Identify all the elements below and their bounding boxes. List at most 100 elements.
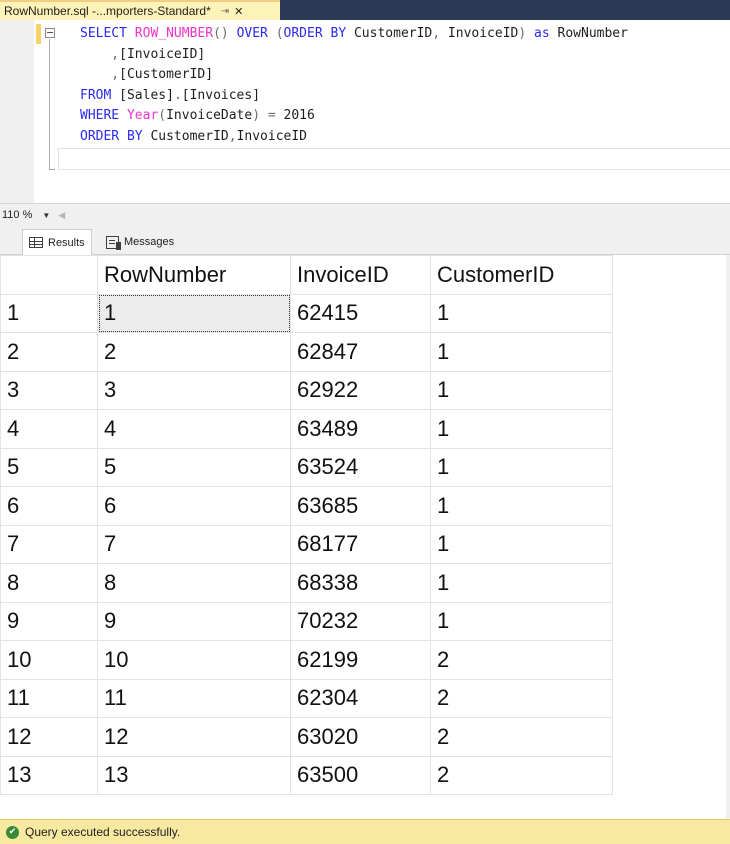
row-header-cell[interactable]: 13 (0, 755, 98, 795)
cell-rownumber[interactable]: 7 (97, 524, 291, 564)
row-header-cell[interactable]: 6 (0, 486, 98, 526)
table-row[interactable]: 9 9 70232 1 (0, 601, 613, 641)
cell-customerid[interactable]: 1 (430, 332, 613, 372)
code-token: ORDER BY (80, 128, 151, 144)
cell-customerid[interactable]: 1 (430, 486, 613, 526)
cell-rownumber[interactable]: 5 (97, 447, 291, 487)
code-token: OVER (236, 26, 276, 41)
code-line[interactable]: ORDER BY CustomerID,InvoiceID (80, 127, 628, 148)
cell-rownumber[interactable]: 8 (97, 563, 291, 603)
cell-customerid[interactable]: 2 (430, 755, 613, 795)
cell-rownumber[interactable]: 12 (97, 717, 291, 757)
cell-customerid[interactable]: 1 (430, 563, 613, 603)
code-line[interactable]: ,[CustomerID] (80, 65, 628, 86)
cell-rownumber[interactable]: 2 (97, 332, 291, 372)
cell-customerid[interactable]: 2 (430, 678, 613, 718)
cell-customerid[interactable]: 1 (430, 447, 613, 487)
table-row[interactable]: 2 2 62847 1 (0, 332, 613, 372)
status-text: Query executed successfully. (25, 825, 181, 839)
pin-icon[interactable]: ⇥ (221, 6, 229, 17)
cell-rownumber[interactable]: 9 (97, 601, 291, 641)
table-row[interactable]: 5 5 63524 1 (0, 447, 613, 487)
code-line[interactable]: SELECT ROW_NUMBER() OVER (ORDER BY Custo… (80, 24, 628, 45)
scroll-left-icon[interactable]: ◀ (58, 210, 65, 221)
cell-customerid[interactable]: 2 (430, 640, 613, 680)
cell-rownumber[interactable]: 10 (97, 640, 291, 680)
row-header-cell[interactable]: 1 (0, 293, 98, 333)
table-row[interactable]: 4 4 63489 1 (0, 409, 613, 449)
cell-invoiceid[interactable]: 68338 (290, 563, 431, 603)
tab-results[interactable]: Results (22, 229, 92, 255)
row-header-cell[interactable]: 5 (0, 447, 98, 487)
cell-invoiceid[interactable]: 62199 (290, 640, 431, 680)
cell-customerid[interactable]: 1 (430, 370, 613, 410)
outline-guide-end (49, 169, 55, 170)
chevron-down-icon[interactable]: ▼ (42, 211, 50, 220)
cell-customerid[interactable]: 1 (430, 409, 613, 449)
tab-messages[interactable]: Messages (100, 229, 180, 255)
cell-invoiceid[interactable]: 63500 (290, 755, 431, 795)
row-header-cell[interactable]: 12 (0, 717, 98, 757)
code-token: Year (126, 108, 159, 124)
sql-code[interactable]: SELECT ROW_NUMBER() OVER (ORDER BY Custo… (80, 24, 628, 148)
document-tab[interactable]: RowNumber.sql -...mporters-Standard* ⇥ ✕ (0, 0, 280, 20)
cell-invoiceid[interactable]: 63524 (290, 447, 431, 487)
code-line[interactable]: ,[InvoiceID] (80, 45, 628, 66)
cell-invoiceid[interactable]: 62922 (290, 370, 431, 410)
row-number-header[interactable] (0, 255, 98, 295)
zoom-dropdown[interactable]: 110 % ▼ ◀ (2, 207, 65, 223)
cell-invoiceid[interactable]: 62415 (290, 293, 431, 333)
collapse-outline-icon[interactable] (45, 28, 55, 38)
row-header-cell[interactable]: 3 (0, 370, 98, 410)
cell-customerid[interactable]: 1 (430, 601, 613, 641)
cell-invoiceid[interactable]: 63489 (290, 409, 431, 449)
results-grid[interactable]: RowNumber InvoiceID CustomerID 1 1 62415 1 2… (0, 255, 730, 819)
close-icon[interactable]: ✕ (234, 5, 243, 18)
column-header-customerid[interactable]: CustomerID (430, 255, 613, 295)
cell-invoiceid[interactable]: 62847 (290, 332, 431, 372)
table-row[interactable]: 1 1 62415 1 (0, 293, 613, 333)
row-header-cell[interactable]: 11 (0, 678, 98, 718)
code-token: () (213, 26, 237, 41)
cell-customerid[interactable]: 1 (430, 293, 613, 333)
code-token: ) (518, 26, 535, 41)
cell-rownumber[interactable]: 4 (97, 409, 291, 449)
cell-customerid[interactable]: 1 (430, 524, 613, 564)
table-row[interactable]: 10 10 62199 2 (0, 640, 613, 680)
code-token: . (173, 87, 182, 103)
row-header-cell[interactable]: 4 (0, 409, 98, 449)
table-row[interactable]: 7 7 68177 1 (0, 524, 613, 564)
table-row[interactable]: 11 11 62304 2 (0, 678, 613, 718)
column-header-rownumber[interactable]: RowNumber (97, 255, 291, 295)
code-token: [CustomerID] (119, 67, 214, 83)
cell-rownumber[interactable]: 1 (97, 293, 291, 333)
row-header-cell[interactable]: 9 (0, 601, 98, 641)
query-editor[interactable]: SELECT ROW_NUMBER() OVER (ORDER BY Custo… (0, 20, 730, 203)
table-row[interactable]: 13 13 63500 2 (0, 755, 613, 795)
table-row[interactable]: 12 12 63020 2 (0, 717, 613, 757)
row-header-cell[interactable]: 8 (0, 563, 98, 603)
code-line[interactable]: WHERE Year(InvoiceDate) = 2016 (80, 106, 628, 127)
cell-invoiceid[interactable]: 70232 (290, 601, 431, 641)
table-row[interactable]: 8 8 68338 1 (0, 563, 613, 603)
row-header-cell[interactable]: 2 (0, 332, 98, 372)
column-header-invoiceid[interactable]: InvoiceID (290, 255, 431, 295)
cell-customerid[interactable]: 2 (430, 717, 613, 757)
table-row[interactable]: 3 3 62922 1 (0, 370, 613, 410)
cell-rownumber[interactable]: 6 (97, 486, 291, 526)
code-line[interactable]: FROM [Sales].[Invoices] (80, 86, 628, 107)
row-header-cell[interactable]: 7 (0, 524, 98, 564)
table-row[interactable]: 6 6 63685 1 (0, 486, 613, 526)
cell-rownumber[interactable]: 13 (97, 755, 291, 795)
cell-invoiceid[interactable]: 62304 (290, 678, 431, 718)
code-token: InvoiceDate (166, 108, 253, 124)
cell-invoiceid[interactable]: 68177 (290, 524, 431, 564)
cell-rownumber[interactable]: 11 (97, 678, 291, 718)
zoom-value: 110 % (2, 209, 33, 221)
cell-invoiceid[interactable]: 63020 (290, 717, 431, 757)
cell-rownumber[interactable]: 3 (97, 370, 291, 410)
cell-invoiceid[interactable]: 63685 (290, 486, 431, 526)
header-row: RowNumber InvoiceID CustomerID (0, 255, 613, 295)
row-header-cell[interactable]: 10 (0, 640, 98, 680)
vertical-scrollbar[interactable] (726, 255, 730, 819)
